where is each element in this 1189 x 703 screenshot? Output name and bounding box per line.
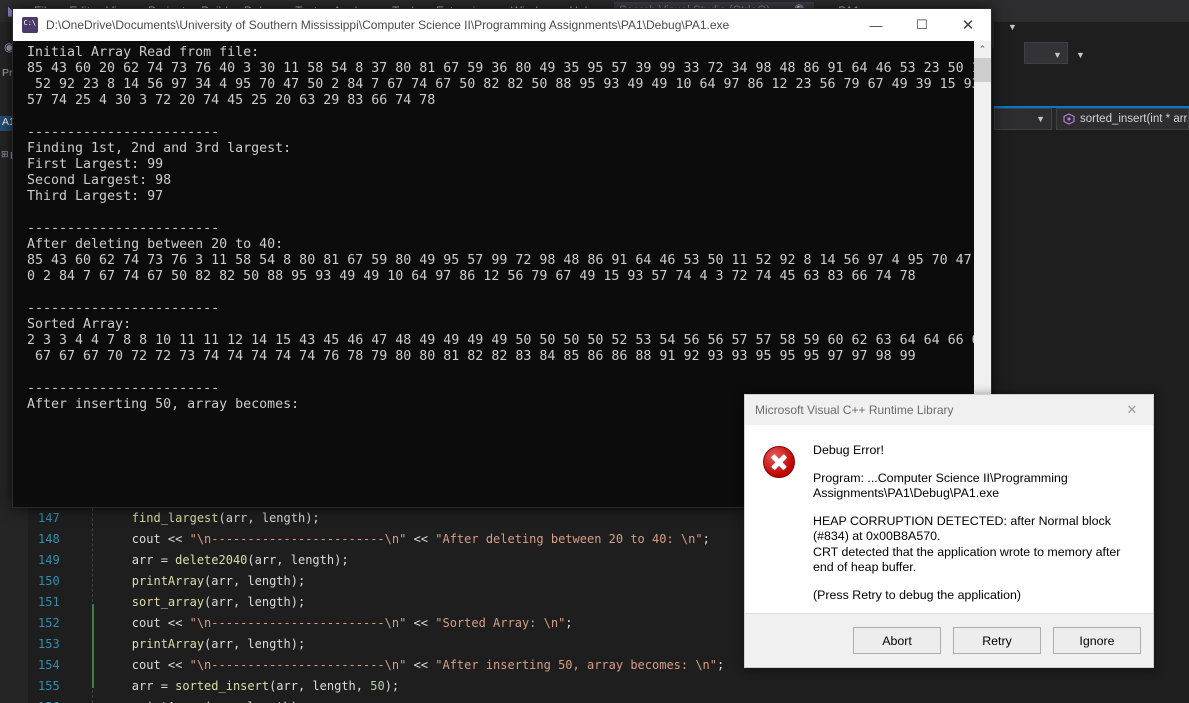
line-number: 150 <box>28 571 74 592</box>
close-icon[interactable]: ✕ <box>1111 395 1153 425</box>
close-button[interactable]: ✕ <box>945 9 991 41</box>
chevron-down-icon-1[interactable]: ▼ <box>1008 22 1017 32</box>
console-title-text: D:\OneDrive\Documents\University of Sout… <box>46 18 853 32</box>
console-line: Second Largest: 98 <box>27 173 991 189</box>
line-number: 152 <box>28 613 74 634</box>
code-text: sort_array(arr, length); <box>74 592 305 613</box>
code-lines: 147 find_largest(arr, length);148 cout <… <box>28 508 761 703</box>
dialog-heading: Debug Error! <box>813 443 1139 459</box>
maximize-button[interactable]: ☐ <box>899 9 945 41</box>
line-number: 149 <box>28 550 74 571</box>
console-title-bar[interactable]: D:\OneDrive\Documents\University of Sout… <box>13 9 991 41</box>
console-line: 67 67 67 70 72 72 73 74 74 74 74 74 76 7… <box>27 349 991 365</box>
dialog-detail-line: HEAP CORRUPTION DETECTED: after Normal b… <box>813 514 1139 576</box>
code-text: cout << "\n------------------------\n" <… <box>74 613 573 634</box>
console-line: ------------------------ <box>27 301 991 317</box>
method-icon <box>1063 113 1075 125</box>
editor-navigation-bar: ▼ sorted_insert(int * arr, int <box>994 106 1189 130</box>
line-number: 148 <box>28 529 74 550</box>
console-line <box>27 109 991 125</box>
console-line: 85 43 60 62 74 73 76 3 11 58 54 8 80 81 … <box>27 253 991 269</box>
scroll-up-icon[interactable]: ⌃ <box>974 41 991 58</box>
screen-root: ◣ FileEditViewProjectBuildDebugTestAnaly… <box>0 0 1189 703</box>
minimize-button[interactable]: — <box>853 9 899 41</box>
console-line: First Largest: 99 <box>27 157 991 173</box>
ignore-button[interactable]: Ignore <box>1053 627 1141 654</box>
code-line[interactable]: 147 find_largest(arr, length); <box>28 508 761 529</box>
console-line <box>27 205 991 221</box>
code-line[interactable]: 149 arr = delete2040(arr, length); <box>28 550 761 571</box>
code-line[interactable]: 151 sort_array(arr, length); <box>28 592 761 613</box>
console-line: 57 74 25 4 30 3 72 20 74 45 25 20 63 29 … <box>27 93 991 109</box>
code-line[interactable]: 155 arr = sorted_insert(arr, length, 50)… <box>28 676 761 697</box>
console-line: ------------------------ <box>27 125 991 141</box>
expander-icon[interactable]: ⊞ <box>1 149 9 160</box>
line-number: 154 <box>28 655 74 676</box>
code-text: cout << "\n------------------------\n" <… <box>74 529 710 550</box>
console-line: 85 43 60 20 62 74 73 76 40 3 30 11 58 54… <box>27 61 991 77</box>
line-number: 147 <box>28 508 74 529</box>
navbar-scope-dropdown[interactable]: ▼ <box>994 108 1052 130</box>
dialog-program-line: Program: ...Computer Science II\Programm… <box>813 471 1139 502</box>
retry-button[interactable]: Retry <box>953 627 1041 654</box>
dialog-buttons: Abort Retry Ignore <box>745 613 1153 667</box>
error-circle-icon <box>763 443 813 603</box>
console-app-icon <box>22 17 38 33</box>
code-line[interactable]: 156 printArray(arr, length); <box>28 697 761 703</box>
console-line: Finding 1st, 2nd and 3rd largest: <box>27 141 991 157</box>
console-line: Third Largest: 97 <box>27 189 991 205</box>
line-number: 153 <box>28 634 74 655</box>
dialog-title-bar: Microsoft Visual C++ Runtime Library ✕ <box>745 395 1153 425</box>
code-editor[interactable]: 147 find_largest(arr, length);148 cout <… <box>28 508 761 703</box>
code-line[interactable]: 154 cout << "\n------------------------\… <box>28 655 761 676</box>
dropdown-1[interactable]: ▼ <box>1024 42 1068 64</box>
code-text: printArray(arr, length); <box>74 634 305 655</box>
runtime-error-dialog[interactable]: Microsoft Visual C++ Runtime Library ✕ D… <box>744 394 1154 668</box>
code-line[interactable]: 153 printArray(arr, length); <box>28 634 761 655</box>
console-line: Sorted Array: <box>27 317 991 333</box>
navbar-member-dropdown[interactable]: sorted_insert(int * arr, int <box>1056 108 1189 130</box>
scrollbar-thumb[interactable] <box>974 58 991 82</box>
code-text: arr = delete2040(arr, length); <box>74 550 349 571</box>
console-line: Initial Array Read from file: <box>27 45 991 61</box>
code-line[interactable]: 148 cout << "\n------------------------\… <box>28 529 761 550</box>
console-line <box>27 365 991 381</box>
navbar-member-label: sorted_insert(int * arr, int <box>1080 113 1189 125</box>
code-text: printArray(arr, length); <box>74 571 305 592</box>
chevron-down-icon-2[interactable]: ▼ <box>1053 50 1062 60</box>
line-number: 155 <box>28 676 74 697</box>
chevron-down-icon-3[interactable]: ▼ <box>1076 50 1085 60</box>
abort-button[interactable]: Abort <box>853 627 941 654</box>
line-number: 156 <box>28 697 74 703</box>
console-line: 52 92 23 8 14 56 97 34 4 95 70 47 50 2 8… <box>27 77 991 93</box>
console-line: ------------------------ <box>27 221 991 237</box>
code-line[interactable]: 152 cout << "\n------------------------\… <box>28 613 761 634</box>
dialog-hint-line: (Press Retry to debug the application) <box>813 588 1139 604</box>
dialog-content: Debug Error! Program: ...Computer Scienc… <box>745 425 1153 613</box>
console-lines: Initial Array Read from file:85 43 60 20… <box>27 45 991 413</box>
dialog-title: Microsoft Visual C++ Runtime Library <box>755 403 1111 417</box>
code-text: arr = sorted_insert(arr, length, 50); <box>74 676 399 697</box>
code-text: printArray(arr, length); <box>74 697 305 703</box>
code-text: cout << "\n------------------------\n" <… <box>74 655 724 676</box>
console-line <box>27 285 991 301</box>
dialog-message: Debug Error! Program: ...Computer Scienc… <box>813 443 1139 603</box>
code-line[interactable]: 150 printArray(arr, length); <box>28 571 761 592</box>
console-line: After deleting between 20 to 40: <box>27 237 991 253</box>
code-text: find_largest(arr, length); <box>74 508 320 529</box>
console-line: 0 2 84 7 67 74 67 50 82 82 50 88 95 93 4… <box>27 269 991 285</box>
line-number: 151 <box>28 592 74 613</box>
left-dock-label-top: Pr <box>2 67 13 79</box>
console-line: 2 3 3 4 4 7 8 8 10 11 11 12 14 15 43 45 … <box>27 333 991 349</box>
chevron-down-icon-4[interactable]: ▼ <box>1036 114 1045 124</box>
change-marker <box>92 604 94 688</box>
